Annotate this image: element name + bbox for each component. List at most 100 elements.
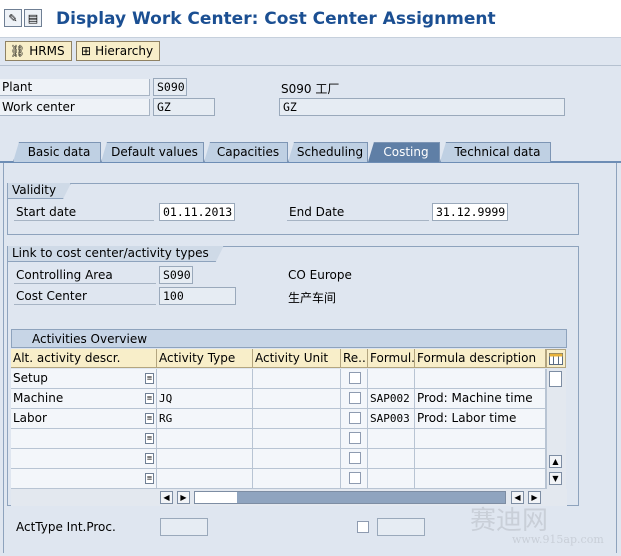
workcenter-label: Work center xyxy=(0,99,150,116)
tab-costing[interactable]: Costing xyxy=(368,142,440,162)
table-row-0-unit[interactable] xyxy=(253,369,341,389)
table-row-4-desc xyxy=(415,449,546,469)
watermark-url: www.915ap.com xyxy=(512,533,604,546)
scroll-left-button[interactable]: ◀ xyxy=(160,491,173,504)
plant-field[interactable]: S090 xyxy=(153,78,187,96)
table-row-3-record[interactable] xyxy=(341,429,368,449)
workcenter-description-field[interactable]: GZ xyxy=(279,98,565,116)
scroll-up-button[interactable]: ▲ xyxy=(549,455,562,468)
end-date-field[interactable]: 31.12.9999 xyxy=(432,203,508,221)
col-header-formula[interactable]: Formul... xyxy=(368,349,415,368)
table-row-0-formula[interactable] xyxy=(368,369,415,389)
table-row-3-formula[interactable] xyxy=(368,429,415,449)
table-row-0-alt[interactable]: Setup xyxy=(11,369,157,389)
table-row-3-desc xyxy=(415,429,546,449)
table-row-1-type[interactable]: JQ xyxy=(157,389,253,409)
end-date-label: End Date xyxy=(287,204,429,221)
col-header-activity-type[interactable]: Activity Type xyxy=(157,349,253,368)
acttype-int-proc-label: ActType Int.Proc. xyxy=(16,520,116,534)
activities-table-title: Activities Overview xyxy=(11,329,567,348)
text-edit-icon[interactable]: ≡ xyxy=(145,433,154,444)
text-edit-icon[interactable]: ≡ xyxy=(145,373,154,384)
tab-capacities[interactable]: Capacities xyxy=(204,142,288,162)
record-checkbox[interactable] xyxy=(349,392,361,404)
text-edit-icon[interactable]: ≡ xyxy=(145,473,154,484)
table-row-1-unit[interactable] xyxy=(253,389,341,409)
table-row-2-record[interactable] xyxy=(341,409,368,429)
tab-basic-data[interactable]: Basic data xyxy=(13,142,101,162)
scroll-down-button[interactable]: ▼ xyxy=(549,472,562,485)
start-date-field[interactable]: 01.11.2013 xyxy=(159,203,235,221)
text-edit-icon[interactable]: ≡ xyxy=(145,413,154,424)
plant-description: S090 工厂 xyxy=(281,82,340,96)
record-checkbox[interactable] xyxy=(349,472,361,484)
hierarchy-button[interactable]: ⊞ Hierarchy xyxy=(76,41,161,61)
controlling-area-description: CO Europe xyxy=(288,268,352,282)
table-row-1-record[interactable] xyxy=(341,389,368,409)
table-row-2-alt[interactable]: Labor xyxy=(11,409,157,429)
controlling-area-field[interactable]: S090 xyxy=(159,266,193,284)
cost-center-label: Cost Center xyxy=(14,288,156,305)
watermark-logo: 赛迪网 xyxy=(470,506,549,536)
controlling-area-label: Controlling Area xyxy=(14,267,156,284)
table-row-5-desc xyxy=(415,469,546,489)
table-row-0-type[interactable] xyxy=(157,369,253,389)
validity-group-title: Validity xyxy=(8,183,71,199)
horizontal-scroll-thumb[interactable] xyxy=(195,492,237,503)
cost-center-field[interactable]: 100 xyxy=(159,287,236,305)
hierarchy-button-label: Hierarchy xyxy=(95,44,154,58)
link-icon: ⛓ xyxy=(10,44,26,58)
tab-technical-data[interactable]: Technical data xyxy=(440,142,551,162)
table-row-4-formula[interactable] xyxy=(368,449,415,469)
table-row-5-unit[interactable] xyxy=(253,469,341,489)
record-checkbox[interactable] xyxy=(349,372,361,384)
table-row-2-desc: Prod: Labor time xyxy=(415,409,546,429)
record-checkbox[interactable] xyxy=(349,432,361,444)
hrms-button[interactable]: ⛓ HRMS xyxy=(5,41,72,61)
horizontal-scroll-track[interactable] xyxy=(194,491,506,504)
text-edit-icon[interactable]: ≡ xyxy=(145,393,154,404)
table-row-1-formula[interactable]: SAP002 xyxy=(368,389,415,409)
col-header-formula-description[interactable]: Formula description xyxy=(415,349,546,368)
table-row-5-record[interactable] xyxy=(341,469,368,489)
table-row-1-alt[interactable]: Machine xyxy=(11,389,157,409)
table-row-3-type[interactable] xyxy=(157,429,253,449)
table-row-4-type[interactable] xyxy=(157,449,253,469)
tab-default-values[interactable]: Default values xyxy=(101,142,204,162)
col-header-activity-unit[interactable]: Activity Unit xyxy=(253,349,341,368)
workcenter-field[interactable]: GZ xyxy=(153,98,215,116)
plant-label: Plant xyxy=(0,79,150,96)
col-header-alt-activity[interactable]: Alt. activity descr. xyxy=(11,349,157,368)
table-row-5-formula[interactable] xyxy=(368,469,415,489)
text-edit-icon[interactable]: ≡ xyxy=(145,453,154,464)
table-row-2-formula[interactable]: SAP003 xyxy=(368,409,415,429)
acttype-checkbox[interactable] xyxy=(357,521,369,533)
acttype-secondary-field[interactable] xyxy=(377,518,425,536)
table-row-5-alt[interactable] xyxy=(11,469,157,489)
scroll-thumb[interactable] xyxy=(549,371,562,387)
vertical-scrollbar[interactable] xyxy=(546,369,566,489)
table-row-1-desc: Prod: Machine time xyxy=(415,389,546,409)
table-row-4-unit[interactable] xyxy=(253,449,341,469)
table-row-3-alt[interactable] xyxy=(11,429,157,449)
table-row-4-record[interactable] xyxy=(341,449,368,469)
table-row-2-type[interactable]: RG xyxy=(157,409,253,429)
record-checkbox[interactable] xyxy=(349,452,361,464)
title-icon-group: ✎ ▤ xyxy=(4,9,42,29)
display-change-icon[interactable]: ✎ xyxy=(4,9,22,27)
table-row-0-record[interactable] xyxy=(341,369,368,389)
table-row-5-type[interactable] xyxy=(157,469,253,489)
tab-scheduling[interactable]: Scheduling xyxy=(288,142,368,162)
table-row-0-desc xyxy=(415,369,546,389)
link-group-title: Link to cost center/activity types xyxy=(8,246,224,262)
scroll-right-button[interactable]: ▶ xyxy=(177,491,190,504)
document-icon[interactable]: ▤ xyxy=(24,9,42,27)
table-settings-icon[interactable] xyxy=(546,349,566,368)
table-row-3-unit[interactable] xyxy=(253,429,341,449)
record-checkbox[interactable] xyxy=(349,412,361,424)
table-row-4-alt[interactable] xyxy=(11,449,157,469)
table-row-2-unit[interactable] xyxy=(253,409,341,429)
acttype-int-proc-field[interactable] xyxy=(160,518,208,536)
hrms-button-label: HRMS xyxy=(29,44,65,58)
col-header-record[interactable]: Re... xyxy=(341,349,368,368)
